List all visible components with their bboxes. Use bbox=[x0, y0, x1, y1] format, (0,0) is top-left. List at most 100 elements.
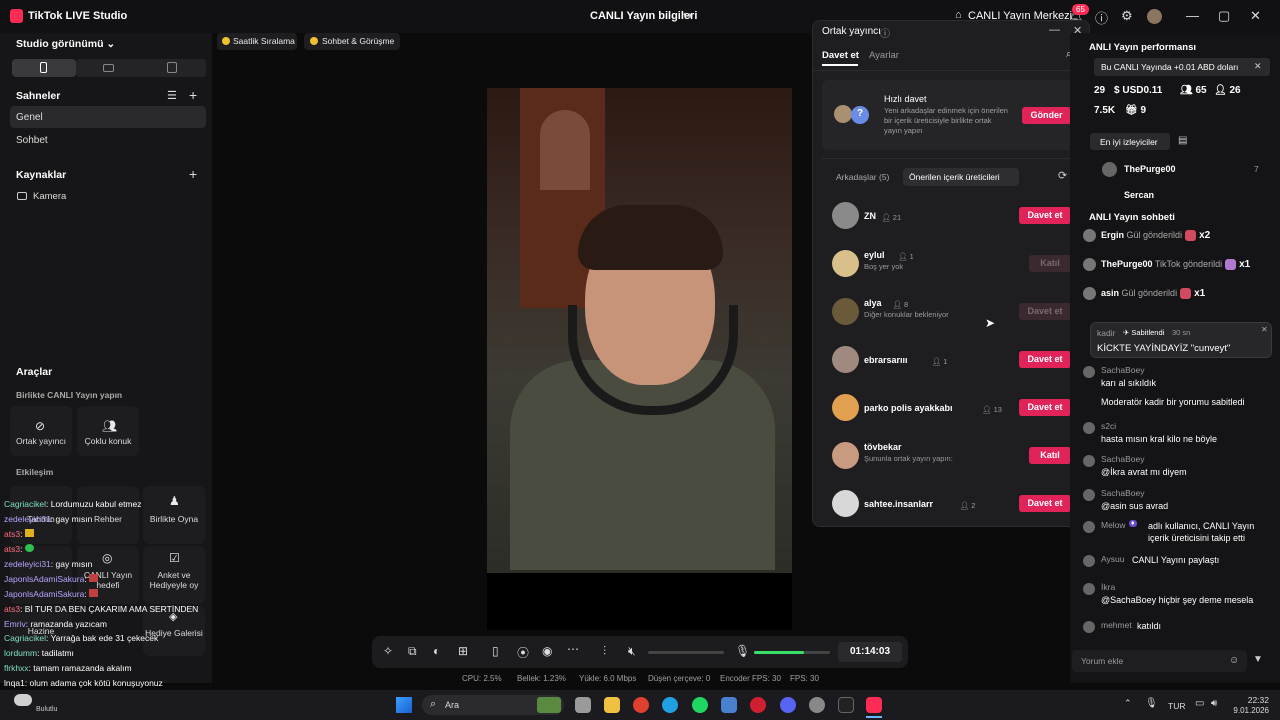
tab-invite[interactable]: Davet et bbox=[822, 50, 859, 61]
close-pinned-icon[interactable]: ✕ bbox=[1261, 325, 1268, 334]
host-name[interactable]: tövbekar bbox=[864, 442, 902, 452]
split-view-icon[interactable] bbox=[167, 62, 177, 73]
mixer-icon[interactable]: ⫶ bbox=[603, 644, 606, 659]
host-avatar[interactable] bbox=[832, 490, 859, 517]
capcut-icon[interactable] bbox=[838, 697, 854, 713]
host-name[interactable]: ebrarsarııı bbox=[864, 355, 908, 365]
opera-icon[interactable] bbox=[750, 697, 766, 713]
speaker-volume-slider[interactable] bbox=[648, 651, 724, 654]
chat-user[interactable]: SachaBoey bbox=[1101, 365, 1144, 375]
host-name[interactable]: sahtee.insanlarr bbox=[864, 499, 933, 509]
layers-icon[interactable]: ⧉ bbox=[408, 644, 417, 659]
task-view-icon[interactable] bbox=[575, 697, 591, 713]
invite-button[interactable]: Davet et bbox=[1019, 207, 1071, 224]
send-icon[interactable]: ▼ bbox=[1253, 654, 1263, 665]
discord-icon[interactable] bbox=[780, 697, 796, 713]
volume-icon[interactable]: 🔊︎ bbox=[1211, 698, 1217, 709]
refresh-icon[interactable]: ⟳ bbox=[1058, 169, 1067, 182]
gift-user[interactable]: ThePurge00 bbox=[1101, 259, 1153, 269]
top-viewer-name[interactable]: Sercan bbox=[1124, 190, 1154, 201]
host-avatar[interactable] bbox=[832, 346, 859, 373]
edge-icon[interactable] bbox=[662, 697, 678, 713]
source-camera[interactable]: Kamera bbox=[33, 191, 66, 202]
live-info-title[interactable]: CANLI Yayın bilgileri bbox=[590, 10, 697, 22]
record-icon[interactable]: ⦿ bbox=[517, 644, 529, 661]
emoji-icon[interactable]: ☺ bbox=[1229, 655, 1239, 666]
minimize-panel-icon[interactable]: — bbox=[1049, 24, 1060, 36]
effects-icon[interactable]: ◐ bbox=[433, 644, 440, 658]
list-icon[interactable]: ☰ bbox=[167, 89, 177, 102]
pinned-user[interactable]: kadir bbox=[1097, 328, 1115, 338]
more-icon[interactable]: ⋯ bbox=[567, 642, 579, 656]
file-explorer-icon[interactable] bbox=[604, 697, 620, 713]
host-avatar[interactable] bbox=[832, 394, 859, 421]
host-avatar[interactable] bbox=[832, 250, 859, 277]
host-avatar[interactable] bbox=[832, 298, 859, 325]
add-media-icon[interactable]: ⊞ bbox=[458, 644, 468, 658]
host-name[interactable]: ZN bbox=[864, 211, 876, 221]
chat-meet-tag[interactable]: Sohbet & Görüşme bbox=[304, 33, 400, 50]
host-avatar[interactable] bbox=[832, 202, 859, 229]
scene-item-genel[interactable]: Genel bbox=[10, 106, 206, 128]
spotify-icon[interactable] bbox=[692, 697, 708, 713]
network-icon[interactable]: ▭ bbox=[1195, 698, 1204, 709]
maximize-icon[interactable]: ▢ bbox=[1218, 8, 1230, 24]
scene-item-sohbet[interactable]: Sohbet bbox=[10, 129, 206, 151]
settings-circle-icon[interactable]: ◉ bbox=[542, 644, 552, 658]
host-name[interactable]: alya bbox=[864, 298, 882, 308]
tab-settings[interactable]: Ayarlar bbox=[869, 50, 899, 61]
gift-user[interactable]: asin bbox=[1101, 288, 1119, 298]
vpn-icon[interactable] bbox=[721, 697, 737, 713]
gift-user[interactable]: Ergin bbox=[1101, 230, 1124, 240]
chat-user[interactable]: SachaBoey bbox=[1101, 454, 1144, 464]
tray-chevron-icon[interactable]: ⌃ bbox=[1124, 698, 1132, 709]
cohost-title: Ortak yayıncı bbox=[822, 26, 881, 37]
invite-button[interactable]: Davet et bbox=[1019, 399, 1071, 416]
host-name[interactable]: eylul bbox=[864, 250, 885, 260]
send-button[interactable]: Gönder bbox=[1022, 107, 1071, 124]
gear-icon[interactable]: ⚙ bbox=[1121, 8, 1133, 24]
tab-suggested-creators[interactable]: Önerilen içerik üreticileri bbox=[903, 168, 1019, 186]
studio-view-dropdown[interactable]: Studio görünümü ⌄ bbox=[16, 38, 115, 50]
join-button[interactable]: Katıl bbox=[1029, 447, 1071, 464]
clock-date[interactable]: 9.01.2026 bbox=[1220, 706, 1269, 715]
chat-user[interactable]: İkra bbox=[1101, 582, 1115, 592]
chat-user[interactable]: mehmet bbox=[1101, 620, 1132, 630]
tab-friends[interactable]: Arkadaşlar (5) bbox=[836, 172, 889, 182]
host-name[interactable]: parko polis ayakkabı bbox=[864, 403, 953, 413]
weather-icon[interactable] bbox=[14, 694, 32, 706]
speaker-muted-icon[interactable]: 🔇︎ bbox=[628, 644, 636, 659]
windows-start-icon[interactable] bbox=[396, 697, 412, 713]
avatar[interactable] bbox=[1147, 9, 1162, 24]
list-icon[interactable]: ▤ bbox=[1178, 135, 1187, 146]
chat-user[interactable]: SachaBoey bbox=[1101, 488, 1144, 498]
chat-user[interactable]: Melow bbox=[1101, 520, 1126, 530]
widget-icon[interactable] bbox=[537, 697, 561, 713]
close-banner-icon[interactable]: ✕ bbox=[1254, 61, 1262, 72]
magic-icon[interactable]: ✧ bbox=[383, 644, 393, 658]
landscape-icon[interactable] bbox=[103, 64, 114, 72]
share-icon[interactable]: ↪ bbox=[683, 9, 692, 22]
invite-button[interactable]: Davet et bbox=[1019, 303, 1071, 320]
clock-time[interactable]: 22:32 bbox=[1233, 695, 1269, 705]
chat-user[interactable]: s2ci bbox=[1101, 421, 1116, 431]
add-scene-icon[interactable]: + bbox=[189, 87, 197, 103]
top-viewer-name[interactable]: ThePurge00 bbox=[1124, 164, 1176, 174]
invite-button[interactable]: Davet et bbox=[1019, 351, 1071, 368]
steam-icon[interactable] bbox=[809, 697, 825, 713]
tray-mic-icon[interactable]: 🎙︎ bbox=[1145, 698, 1158, 709]
chrome-icon[interactable] bbox=[633, 697, 649, 713]
help-icon[interactable]: ⓘ bbox=[880, 25, 890, 40]
invite-button[interactable]: Davet et bbox=[1019, 495, 1071, 512]
minimize-icon[interactable]: — bbox=[1186, 8, 1199, 23]
join-button[interactable]: Katıl bbox=[1029, 255, 1071, 272]
host-avatar[interactable] bbox=[832, 442, 859, 469]
add-source-icon[interactable]: + bbox=[189, 166, 197, 182]
chat-user[interactable]: Aysuu bbox=[1101, 554, 1124, 564]
tiktok-live-icon[interactable] bbox=[866, 697, 882, 713]
help-icon[interactable]: ⓘ bbox=[1095, 8, 1108, 27]
phone-icon[interactable]: ▯ bbox=[492, 644, 499, 658]
mic-icon[interactable]: 🎙︎ bbox=[735, 644, 750, 658]
close-icon[interactable]: ✕ bbox=[1250, 8, 1261, 24]
language-indicator[interactable]: TUR bbox=[1168, 701, 1185, 711]
